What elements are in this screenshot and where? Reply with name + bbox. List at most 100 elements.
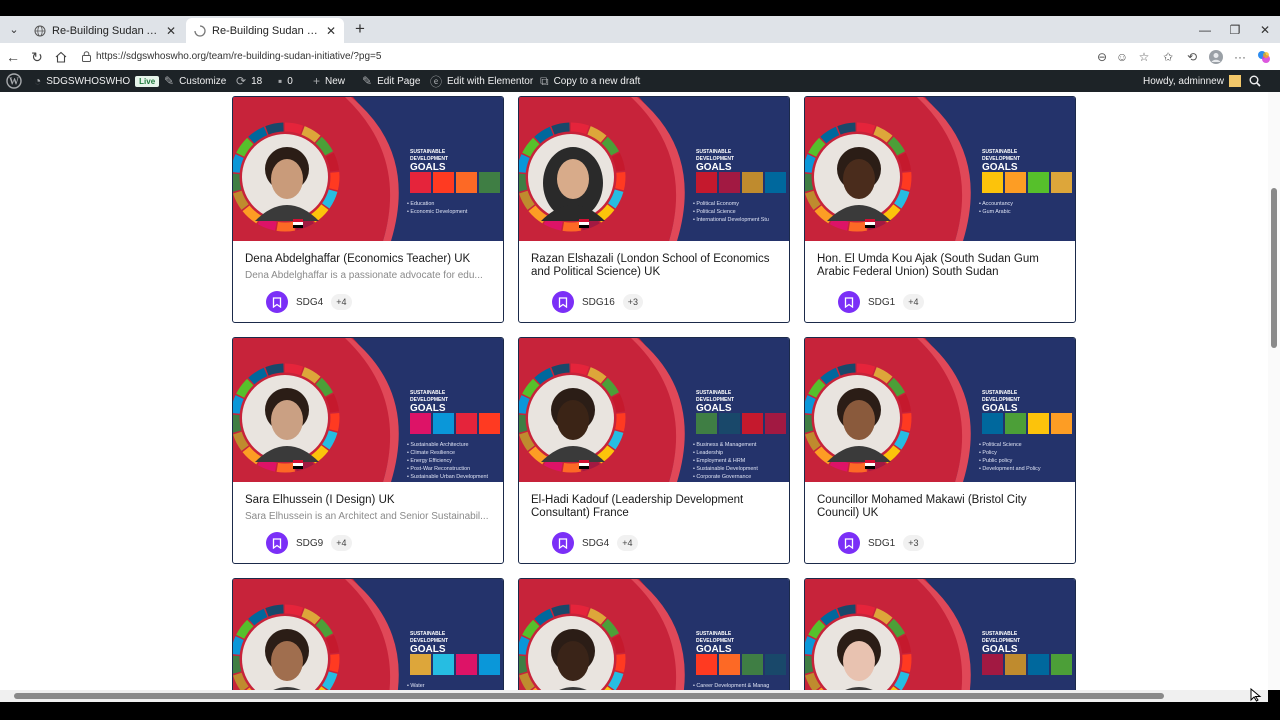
search-icon[interactable]	[1249, 70, 1261, 92]
favorite-star-icon[interactable]: ☆	[1134, 47, 1154, 67]
profile-banner-image: SUSTAINABLEDEVELOPMENTGOALS	[805, 579, 1075, 690]
reload-icon[interactable]: ↻	[27, 47, 47, 67]
more-menu-icon[interactable]: ···	[1230, 47, 1250, 67]
bookmark-icon[interactable]	[552, 532, 574, 554]
back-arrow-icon[interactable]: ←	[3, 47, 23, 67]
restore-icon[interactable]: ❐	[1220, 20, 1250, 40]
profile-card[interactable]: SUSTAINABLE DEVELOPMENT GOALS • Accountancy…	[804, 96, 1076, 323]
sdg-tag[interactable]: SDG16	[582, 297, 615, 308]
tab-list-chevron-icon[interactable]: ⌄	[4, 19, 24, 39]
customize-menu[interactable]: ✎ Customize	[164, 70, 226, 92]
vertical-scrollbar-thumb[interactable]	[1271, 188, 1277, 348]
bookmark-icon[interactable]	[838, 291, 860, 313]
url-field[interactable]: https://sdgswhoswho.org/team/re-building…	[76, 46, 1116, 67]
bookmark-icon[interactable]	[266, 291, 288, 313]
address-toolbar: ← ↻ https://sdgswhoswho.org/team/re-buil…	[0, 43, 1280, 70]
more-tags-badge[interactable]: +3	[622, 294, 644, 310]
svg-text:• Sustainable Urban Developmen: • Sustainable Urban Development	[407, 474, 488, 480]
comment-bubble-icon: ▪	[278, 74, 283, 88]
favorites-bar-icon[interactable]: ✩	[1158, 47, 1178, 67]
svg-text:GOALS: GOALS	[410, 162, 446, 173]
sdg-tag[interactable]: SDG1	[868, 297, 895, 308]
plus-icon: +	[313, 74, 321, 88]
tab-rebuilding-sudan-initiative[interactable]: Re-Building Sudan Initiative – SDG ✕	[186, 18, 344, 43]
copy-to-draft-link[interactable]: ⧉ Copy to a new draft	[540, 70, 640, 92]
horizontal-scrollbar-thumb[interactable]	[14, 693, 1164, 699]
history-icon[interactable]: ⟲	[1182, 47, 1202, 67]
svg-text:W: W	[9, 77, 19, 88]
horizontal-scrollbar[interactable]	[0, 690, 1268, 702]
copilot-icon[interactable]	[1254, 47, 1274, 67]
sdg-tag[interactable]: SDG4	[296, 297, 323, 308]
bookmark-icon[interactable]	[266, 532, 288, 554]
sdg-tag[interactable]: SDG1	[868, 538, 895, 549]
close-tab-icon[interactable]: ✕	[326, 24, 336, 38]
profile-name[interactable]: Sara Elhussein (I Design) UK	[245, 494, 495, 507]
svg-text:SUSTAINABLE: SUSTAINABLE	[982, 390, 1018, 396]
svg-text:SUSTAINABLE: SUSTAINABLE	[696, 390, 732, 396]
new-content-menu[interactable]: + New	[313, 70, 345, 92]
profile-card[interactable]: SUSTAINABLE DEVELOPMENT GOALS • Political S…	[804, 337, 1076, 564]
svg-text:GOALS: GOALS	[982, 403, 1018, 414]
profile-name[interactable]: El-Hadi Kadouf (Leadership Development C…	[531, 494, 781, 520]
svg-text:• Political Science: • Political Science	[693, 209, 736, 215]
profile-card[interactable]: SUSTAINABLE DEVELOPMENT GOALS • Education • …	[232, 96, 504, 323]
svg-text:SUSTAINABLE: SUSTAINABLE	[410, 631, 446, 637]
profile-name[interactable]: Dena Abdelghaffar (Economics Teacher) UK	[245, 253, 495, 266]
profile-name[interactable]: Razan Elshazali (London School of Econom…	[531, 253, 781, 279]
minimize-icon[interactable]: —	[1190, 20, 1220, 40]
bookmark-icon[interactable]	[838, 532, 860, 554]
svg-text:• Development and Policy: • Development and Policy	[979, 466, 1041, 472]
more-tags-badge[interactable]: +4	[331, 535, 352, 551]
updates-menu[interactable]: ⟳ 18	[236, 70, 262, 92]
live-badge: Live	[135, 75, 160, 87]
sdg-tag[interactable]: SDG9	[296, 538, 323, 549]
edit-with-elementor-link[interactable]: ⓔ Edit with Elementor	[430, 70, 533, 92]
profile-banner-image: SUSTAINABLEDEVELOPMENTGOALS• Education• …	[233, 97, 503, 241]
profile-card[interactable]: SUSTAINABLE DEVELOPMENT GOALS	[804, 578, 1076, 690]
more-tags-badge[interactable]: +3	[903, 535, 924, 551]
svg-text:• Education: • Education	[407, 201, 434, 207]
svg-text:• Leadership: • Leadership	[693, 450, 723, 456]
profile-avatar[interactable]	[1206, 47, 1226, 67]
vertical-scrollbar[interactable]	[1268, 92, 1280, 690]
more-tags-badge[interactable]: +4	[331, 294, 352, 310]
profile-card[interactable]: SUSTAINABLE DEVELOPMENT GOALS • Career Deve…	[518, 578, 790, 690]
wordpress-logo-icon[interactable]: W	[6, 70, 22, 92]
svg-text:GOALS: GOALS	[982, 644, 1018, 655]
bookmark-icon[interactable]	[552, 291, 574, 313]
profile-card[interactable]: SUSTAINABLE DEVELOPMENT GOALS • Business & …	[518, 337, 790, 564]
svg-text:SUSTAINABLE: SUSTAINABLE	[982, 631, 1018, 637]
profile-name[interactable]: Hon. El Umda Kou Ajak (South Sudan Gum A…	[817, 253, 1067, 279]
close-window-icon[interactable]: ✕	[1250, 20, 1280, 40]
more-tags-badge[interactable]: +4	[617, 535, 638, 551]
svg-text:SUSTAINABLE: SUSTAINABLE	[410, 149, 446, 155]
svg-text:GOALS: GOALS	[696, 644, 732, 655]
profile-banner-image: SUSTAINABLEDEVELOPMENTGOALS• Accountancy…	[805, 97, 1075, 241]
profile-card[interactable]: SUSTAINABLE DEVELOPMENT GOALS • Sustainable…	[232, 337, 504, 564]
home-icon[interactable]	[51, 47, 71, 67]
comments-menu[interactable]: ▪ 0	[278, 70, 293, 92]
lock-icon	[82, 51, 91, 62]
profile-card[interactable]: SUSTAINABLE DEVELOPMENT GOALS • Water	[232, 578, 504, 690]
svg-text:GOALS: GOALS	[410, 403, 446, 414]
new-tab-plus-icon[interactable]: +	[350, 19, 370, 39]
site-name-menu[interactable]: ◔ SDGSWHOSWHO Live	[34, 70, 160, 92]
my-account-menu[interactable]: Howdy, adminnew	[1143, 70, 1241, 92]
svg-text:• Accountancy: • Accountancy	[979, 201, 1013, 207]
dashboard-gauge-icon: ◔	[34, 74, 42, 88]
zoom-icon[interactable]: ⊖	[1092, 47, 1112, 67]
edit-page-link[interactable]: ✎ Edit Page	[362, 70, 420, 92]
tab-rebuilding-sudan-after-war[interactable]: Re-Building Sudan After the War ( ✕	[26, 18, 184, 43]
svg-text:• Political Economy: • Political Economy	[693, 201, 739, 207]
reader-icon[interactable]: ☺	[1112, 47, 1132, 67]
sdg-tag[interactable]: SDG4	[582, 538, 609, 549]
more-tags-badge[interactable]: +4	[903, 294, 924, 310]
svg-text:SUSTAINABLE: SUSTAINABLE	[982, 149, 1018, 155]
profile-name[interactable]: Councillor Mohamed Makawi (Bristol City …	[817, 494, 1067, 520]
tab-bar: ⌄ Re-Building Sudan After the War ( ✕ Re…	[0, 16, 1280, 43]
profile-card[interactable]: SUSTAINABLE DEVELOPMENT GOALS • Political E…	[518, 96, 790, 323]
close-tab-icon[interactable]: ✕	[166, 24, 176, 38]
edit-page-label: Edit Page	[377, 75, 421, 87]
screen-bottom-edge	[0, 702, 1280, 720]
